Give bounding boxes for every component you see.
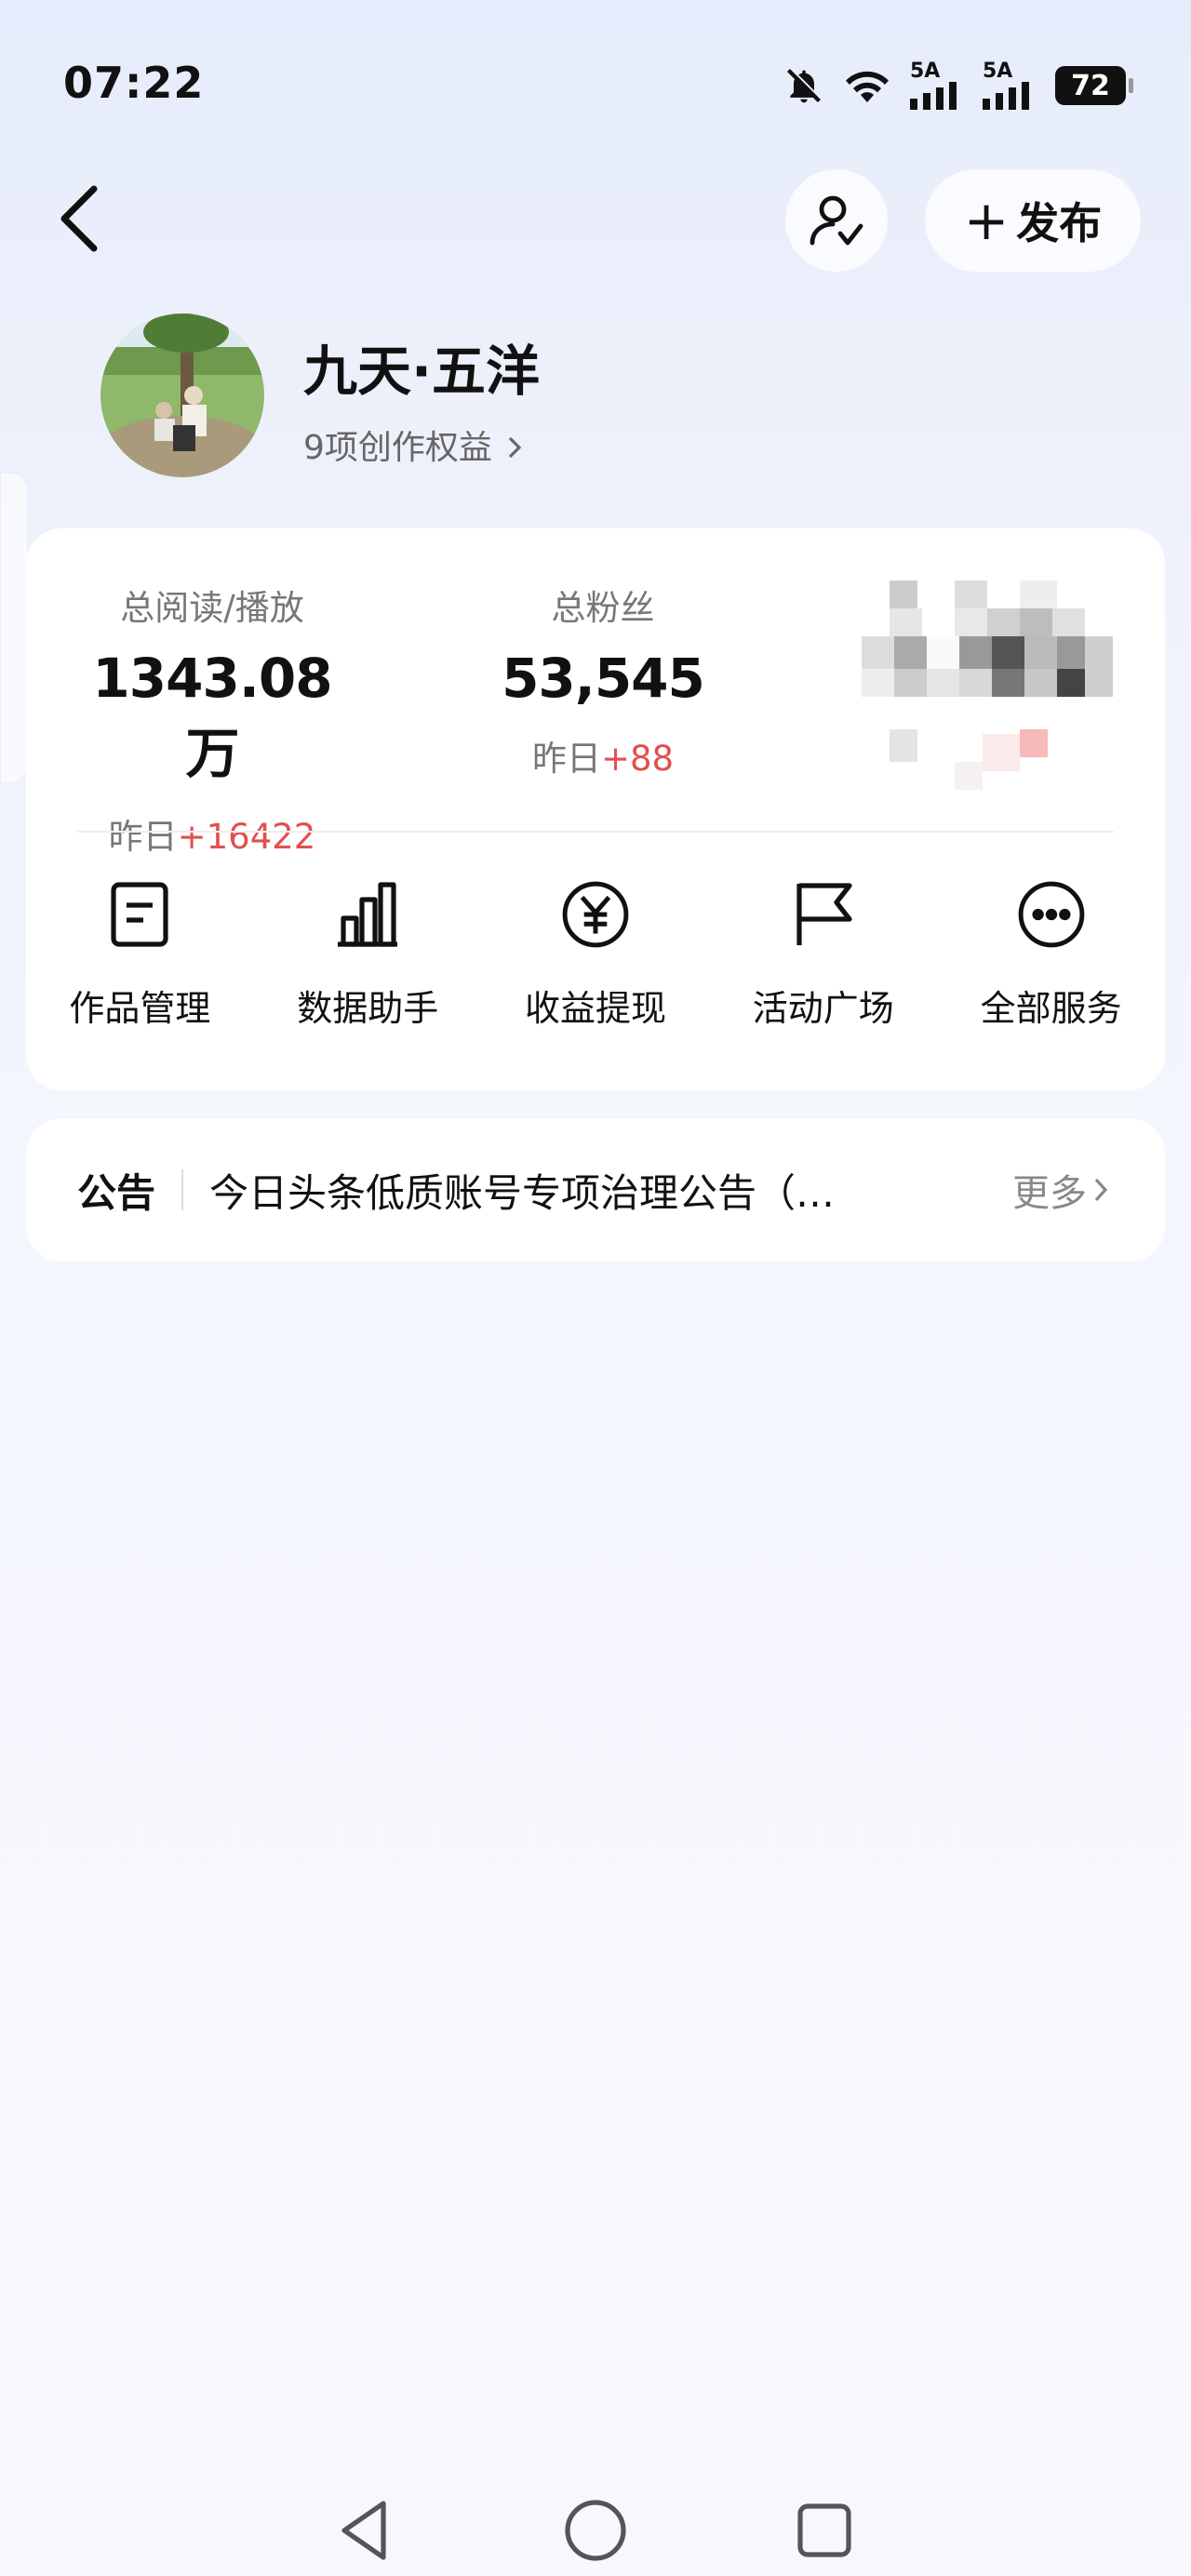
service-data-assistant[interactable]: 数据助手 xyxy=(254,877,482,1031)
notice-bar[interactable]: 公告 今日头条低质账号专项治理公告（… 更多 xyxy=(26,1118,1165,1261)
stats-card: 总阅读/播放 1343.08万 昨日+16422 总粉丝 53,545 昨日+8… xyxy=(26,528,1165,1090)
publish-button[interactable]: + 发布 xyxy=(925,169,1141,272)
plus-icon: + xyxy=(963,189,1010,252)
avatar[interactable] xyxy=(100,314,264,477)
square-recents-icon xyxy=(797,2503,851,2557)
circle-home-icon xyxy=(565,2500,626,2561)
notice-tag: 公告 xyxy=(77,1169,156,1216)
status-time: 07:22 xyxy=(63,58,205,108)
stat-delta-value: +16422 xyxy=(177,817,316,857)
flag-icon xyxy=(796,883,852,945)
stat-total-reads[interactable]: 总阅读/播放 1343.08万 昨日+16422 xyxy=(82,580,342,859)
notice-text[interactable]: 今日头条低质账号专项治理公告（… xyxy=(209,1162,935,1219)
more-icon xyxy=(1018,881,1084,948)
network-label-2: 5A xyxy=(983,60,1013,83)
service-label: 活动广场 xyxy=(752,988,894,1029)
creator-benefits-label: 9项创作权益 xyxy=(303,429,492,467)
stat-label: 总阅读/播放 xyxy=(120,588,304,628)
stat-total-fans[interactable]: 总粉丝 53,545 昨日+88 xyxy=(491,580,715,781)
status-icons: 5A 5A 72 xyxy=(783,61,1133,110)
bar-chart-icon xyxy=(338,882,398,947)
chevron-right-icon xyxy=(1094,1178,1108,1202)
divider xyxy=(77,831,1114,833)
system-recents-button[interactable] xyxy=(787,2493,862,2568)
service-all-services[interactable]: 全部服务 xyxy=(937,877,1165,1031)
wifi-icon xyxy=(846,71,889,102)
side-edge-handle[interactable] xyxy=(0,473,28,783)
stat-delta-value: +88 xyxy=(600,739,675,779)
avatar-photo xyxy=(100,314,264,477)
battery-level: 72 xyxy=(1071,69,1110,102)
user-check-icon xyxy=(810,195,863,246)
service-earnings-withdraw[interactable]: 收益提现 xyxy=(482,877,710,1031)
stat-delta-prefix: 昨日 xyxy=(108,817,178,857)
bell-off-icon xyxy=(786,67,823,103)
signal-icon xyxy=(983,82,1029,110)
notice-more-label: 更多 xyxy=(1012,1172,1087,1215)
stat-delta: 昨日+16422 xyxy=(82,808,342,859)
notice-divider xyxy=(181,1169,184,1210)
back-button[interactable] xyxy=(47,181,112,256)
service-label: 全部服务 xyxy=(980,988,1122,1029)
stat-value: 53,545 xyxy=(502,647,705,710)
profile-name: 九天·五洋 xyxy=(303,340,541,403)
service-activity-square[interactable]: 活动广场 xyxy=(709,877,937,1031)
service-row: 作品管理 数据助手 收益提现 活动广场 全部服务 xyxy=(26,877,1165,1031)
stat-label: 总粉丝 xyxy=(551,588,655,628)
triangle-back-icon xyxy=(341,2501,386,2560)
service-label: 作品管理 xyxy=(69,988,211,1029)
signal-2: 5A xyxy=(983,61,1038,110)
chevron-left-icon xyxy=(60,185,98,252)
system-back-button[interactable] xyxy=(328,2493,402,2568)
signal-1: 5A xyxy=(910,61,966,110)
publish-label: 发布 xyxy=(1016,198,1103,248)
signal-icon xyxy=(910,82,957,110)
system-home-button[interactable] xyxy=(558,2493,633,2568)
network-label-1: 5A xyxy=(910,60,941,83)
creator-benefits-link[interactable]: 9项创作权益 xyxy=(303,420,523,469)
stat-value: 1343.08万 xyxy=(92,647,332,785)
service-works-management[interactable]: 作品管理 xyxy=(26,877,254,1031)
service-label: 收益提现 xyxy=(524,988,666,1029)
stat-delta-prefix: 昨日 xyxy=(531,739,601,779)
notice-more-link[interactable]: 更多 xyxy=(1012,1163,1109,1217)
pixelated-redaction xyxy=(862,581,1113,790)
service-label: 数据助手 xyxy=(297,988,439,1029)
document-icon xyxy=(111,882,168,947)
stat-delta: 昨日+88 xyxy=(491,730,715,781)
yuan-icon xyxy=(562,881,629,948)
account-verify-button[interactable] xyxy=(785,169,888,272)
chevron-right-icon xyxy=(509,436,522,459)
battery-icon: 72 xyxy=(1055,66,1133,105)
